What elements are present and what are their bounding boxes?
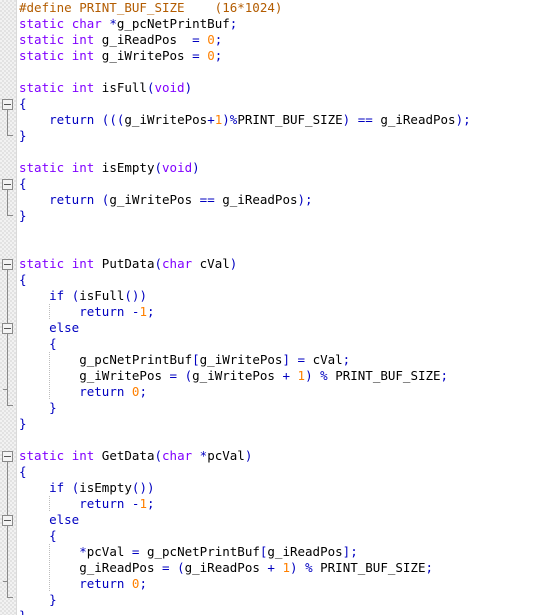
code-line[interactable]: else <box>17 320 559 336</box>
code-line[interactable]: } <box>17 208 559 224</box>
code-line[interactable]: static int g_iWritePos = 0; <box>17 48 559 64</box>
code-line[interactable]: } <box>17 128 559 144</box>
code-line[interactable]: static int g_iReadPos = 0; <box>17 32 559 48</box>
fold-line-GetData-body <box>7 462 8 597</box>
fold-end-GetData-else-block <box>3 581 8 582</box>
fold-end-isEmpty-body <box>7 215 13 216</box>
code-line[interactable] <box>17 224 559 240</box>
code-line[interactable]: { <box>17 464 559 480</box>
indent-guide <box>49 544 51 560</box>
indent-guide <box>49 576 51 592</box>
indent-guide <box>49 384 51 400</box>
indent-guide <box>49 352 51 368</box>
fold-toggle-isFull-body[interactable] <box>2 99 13 110</box>
code-line[interactable] <box>17 64 559 80</box>
code-line[interactable] <box>17 432 559 448</box>
code-line[interactable]: } <box>17 592 559 608</box>
indent-guide <box>49 368 51 384</box>
code-line[interactable]: return 0; <box>17 576 559 592</box>
code-line[interactable]: } <box>17 608 559 615</box>
code-line[interactable]: return (g_iWritePos == g_iReadPos); <box>17 192 559 208</box>
code-line[interactable]: { <box>17 96 559 112</box>
fold-toggle-PutData-body[interactable] <box>2 259 13 270</box>
code-line[interactable] <box>17 144 559 160</box>
code-line[interactable]: } <box>17 416 559 432</box>
fold-end-GetData-body <box>7 597 13 598</box>
code-line[interactable]: if (isEmpty()) <box>17 480 559 496</box>
indent-guide <box>49 560 51 576</box>
fold-toggle-GetData-body[interactable] <box>2 451 13 462</box>
fold-toggle-isEmpty-body[interactable] <box>2 179 13 190</box>
code-line[interactable]: return (((g_iWritePos+1)%PRINT_BUF_SIZE)… <box>17 112 559 128</box>
code-line[interactable]: return 0; <box>17 384 559 400</box>
fold-line-isEmpty-body <box>7 190 8 215</box>
fold-line-isFull-body <box>7 110 8 135</box>
code-line[interactable]: } <box>17 400 559 416</box>
preprocessor-directive: #define PRINT_BUF_SIZE (16*1024) <box>19 0 283 15</box>
code-line[interactable]: static char *g_pcNetPrintBuf; <box>17 16 559 32</box>
fold-line-PutData-body <box>7 270 8 405</box>
code-line[interactable]: { <box>17 272 559 288</box>
fold-end-isFull-body <box>7 135 13 136</box>
code-line[interactable]: return -1; <box>17 304 559 320</box>
fold-gutter[interactable] <box>0 0 17 615</box>
indent-guide <box>49 304 51 320</box>
code-line[interactable]: else <box>17 512 559 528</box>
code-line[interactable]: { <box>17 176 559 192</box>
fold-toggle-PutData-else-block[interactable] <box>2 323 13 334</box>
code-line[interactable]: static int isEmpty(void) <box>17 160 559 176</box>
code-line[interactable]: #define PRINT_BUF_SIZE (16*1024) <box>17 0 559 16</box>
code-line[interactable]: if (isFull()) <box>17 288 559 304</box>
code-line[interactable]: g_iReadPos = (g_iReadPos + 1) % PRINT_BU… <box>17 560 559 576</box>
code-line[interactable] <box>17 240 559 256</box>
code-line[interactable]: static int PutData(char cVal) <box>17 256 559 272</box>
code-editor[interactable]: #define PRINT_BUF_SIZE (16*1024) static c… <box>0 0 559 615</box>
code-line[interactable]: static int isFull(void) <box>17 80 559 96</box>
fold-end-PutData-else-block <box>3 389 8 390</box>
code-line[interactable]: g_iWritePos = (g_iWritePos + 1) % PRINT_… <box>17 368 559 384</box>
code-content[interactable]: #define PRINT_BUF_SIZE (16*1024) static c… <box>17 0 559 615</box>
fold-toggle-GetData-else-block[interactable] <box>2 515 13 526</box>
code-line[interactable]: return -1; <box>17 496 559 512</box>
code-line[interactable]: { <box>17 528 559 544</box>
code-line[interactable]: *pcVal = g_pcNetPrintBuf[g_iReadPos]; <box>17 544 559 560</box>
code-line[interactable]: { <box>17 336 559 352</box>
code-line[interactable]: g_pcNetPrintBuf[g_iWritePos] = cVal; <box>17 352 559 368</box>
code-line[interactable]: static int GetData(char *pcVal) <box>17 448 559 464</box>
indent-guide <box>49 496 51 512</box>
fold-end-PutData-body <box>7 405 13 406</box>
